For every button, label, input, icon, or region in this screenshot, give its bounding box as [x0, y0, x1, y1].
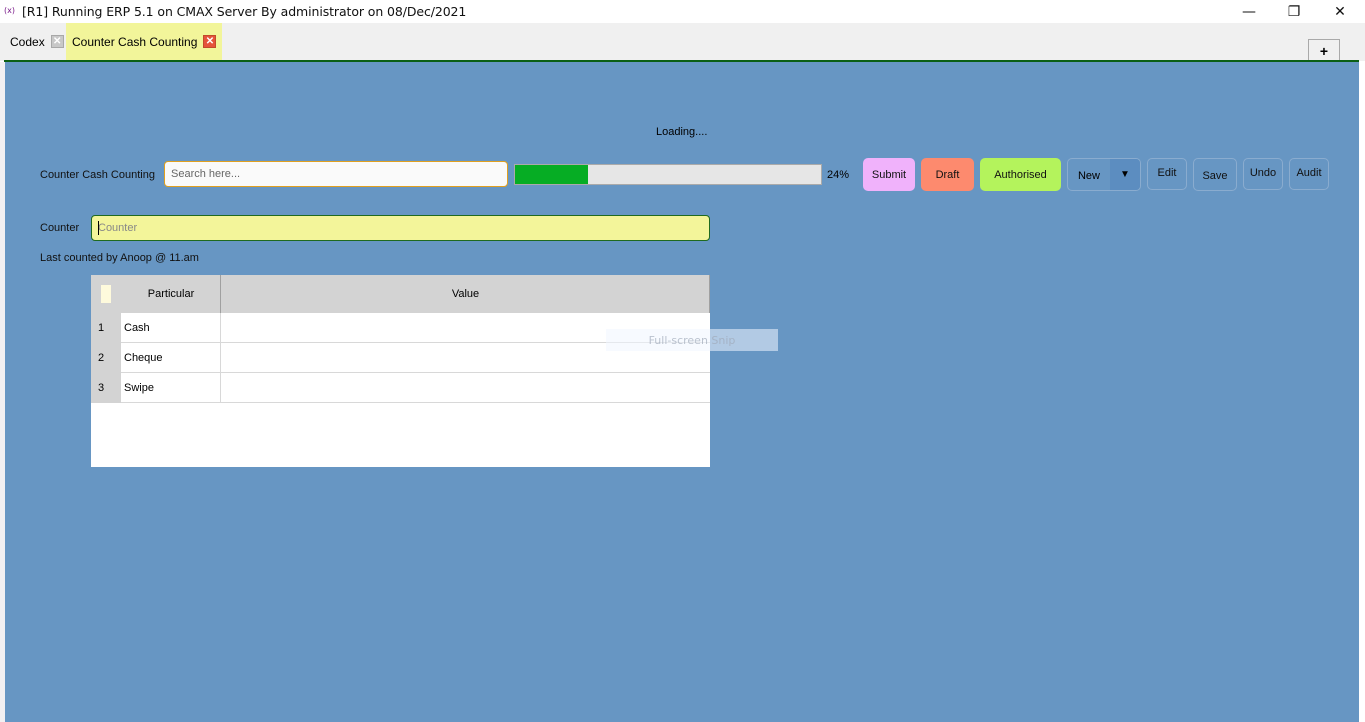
tab-codex[interactable]: Codex ✕ — [4, 23, 70, 60]
particulars-grid: Particular Value 1 Cash 2 Cheque 3 Swipe — [91, 275, 710, 467]
counter-input[interactable] — [91, 215, 710, 241]
edit-button[interactable]: Edit — [1147, 158, 1187, 190]
new-button[interactable]: New — [1068, 159, 1110, 190]
particular-cell[interactable]: Cash — [121, 313, 221, 343]
close-tab-icon[interactable]: ✕ — [50, 35, 64, 48]
window-title: [R1] Running ERP 5.1 on CMAX Server By a… — [22, 4, 467, 19]
column-header-value[interactable]: Value — [221, 275, 710, 313]
row-number: 1 — [91, 313, 121, 343]
particular-cell[interactable]: Cheque — [121, 343, 221, 373]
close-window-button[interactable]: ✕ — [1317, 0, 1363, 23]
grid-header: Particular Value — [91, 275, 710, 313]
table-row[interactable]: 3 Swipe — [91, 373, 710, 403]
select-all-cell[interactable] — [101, 285, 111, 303]
tab-strip: Codex ✕ Counter Cash Counting ✕ + — [0, 23, 1365, 61]
last-counted-text: Last counted by Anoop @ 11.am — [40, 252, 199, 264]
new-split-button: New ▼ — [1067, 158, 1141, 191]
tab-label: Counter Cash Counting — [72, 34, 198, 49]
counter-label: Counter — [40, 222, 80, 234]
search-input[interactable] — [164, 161, 508, 187]
tab-label: Codex — [10, 34, 45, 49]
full-screen-snip-overlay: Full-screen Snip — [606, 329, 778, 351]
progress-fill — [515, 165, 589, 184]
loading-text: Loading.... — [656, 126, 708, 138]
tab-counter-cash-counting[interactable]: Counter Cash Counting ✕ — [66, 23, 223, 60]
row-number: 2 — [91, 343, 121, 373]
audit-button[interactable]: Audit — [1289, 158, 1329, 190]
restore-button[interactable]: ❐ — [1271, 0, 1317, 23]
text-caret — [98, 221, 99, 235]
submit-button[interactable]: Submit — [863, 158, 915, 191]
minimize-button[interactable]: — — [1226, 0, 1272, 23]
save-button[interactable]: Save — [1193, 158, 1237, 191]
chevron-down-icon[interactable]: ▼ — [1110, 159, 1140, 190]
undo-button[interactable]: Undo — [1243, 158, 1283, 190]
close-tab-icon[interactable]: ✕ — [203, 35, 217, 48]
row-number: 3 — [91, 373, 121, 403]
progress-percent: 24% — [827, 169, 850, 181]
value-cell[interactable] — [221, 373, 710, 403]
draft-button[interactable]: Draft — [921, 158, 974, 191]
form-title-label: Counter Cash Counting — [40, 169, 155, 181]
progress-bar — [514, 164, 822, 185]
app-icon: (x) — [4, 6, 15, 15]
title-bar: (x) [R1] Running ERP 5.1 on CMAX Server … — [0, 0, 1365, 23]
authorised-button[interactable]: Authorised — [980, 158, 1061, 191]
particular-cell[interactable]: Swipe — [121, 373, 221, 403]
column-separator[interactable] — [709, 275, 710, 313]
add-tab-button[interactable]: + — [1308, 39, 1340, 61]
column-header-particular[interactable]: Particular — [121, 275, 221, 313]
